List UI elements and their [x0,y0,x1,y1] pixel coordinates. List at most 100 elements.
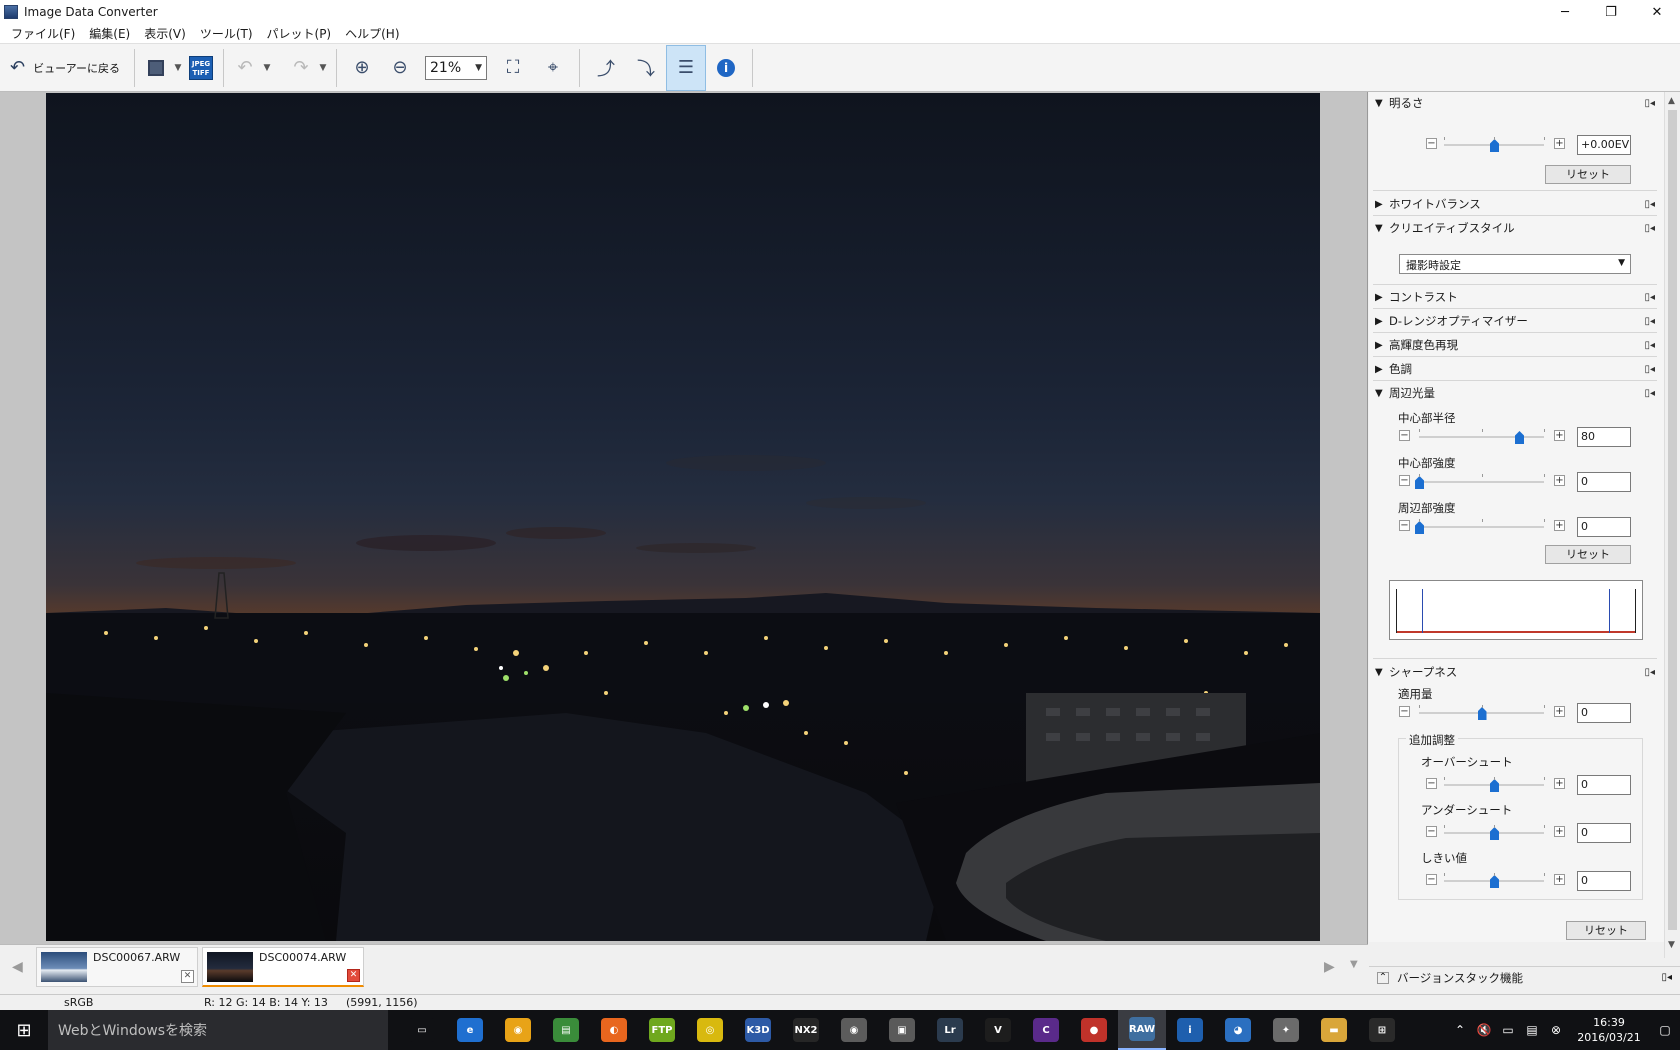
taskbar-app-app-blue[interactable]: ◕ [1214,1010,1262,1050]
taskbar-search-box[interactable]: WebとWindowsを検索 [48,1010,388,1050]
taskbar-app-chrome[interactable]: ◉ [494,1010,542,1050]
section-tone-header[interactable]: ▶ 色調 ▯◂ [1375,358,1655,380]
close-button[interactable]: ✕ [1634,0,1680,24]
center-radius-value-field[interactable]: 80 [1577,427,1631,447]
creative-style-select[interactable]: 撮影時設定 ▼ [1399,254,1631,274]
taskbar-app-k3d[interactable]: K3D [734,1010,782,1050]
action-center-icon[interactable]: ▢ [1650,1023,1680,1037]
center-radius-slider-thumb[interactable] [1515,431,1524,444]
center-radius-slider-track[interactable] [1419,436,1544,438]
night-cityscape-photo[interactable] [46,93,1320,941]
taskbar-app-store[interactable]: ⊞ [1358,1010,1406,1050]
menu-file[interactable]: ファイル(F) [4,25,82,42]
strip-prev-arrow-icon[interactable]: ◀ [12,959,23,975]
zoom-select[interactable]: 21% ▼ [425,55,487,80]
menu-tools[interactable]: ツール(T) [193,25,260,42]
increase-button[interactable]: + [1554,430,1565,441]
taskbar-app-raw-converter[interactable]: RAW [1118,1010,1166,1050]
actual-size-button[interactable]: ⌖ [533,48,573,88]
restore-button[interactable]: ❐ [1588,0,1634,24]
section-brightness-header[interactable]: ▼ 明るさ ▯◂ [1375,92,1655,114]
section-white-balance-header[interactable]: ▶ ホワイトバランス ▯◂ [1375,193,1655,215]
amount-slider-thumb[interactable] [1477,707,1487,720]
taskbar-app-lightroom[interactable]: Lr [926,1010,974,1050]
minimize-button[interactable]: ─ [1542,0,1588,24]
notification-icon[interactable]: ▤ [1520,1023,1544,1037]
center-intensity-slider-thumb[interactable] [1415,476,1424,489]
decrease-button[interactable]: − [1399,475,1410,486]
pin-icon[interactable]: ▯◂ [1661,972,1672,983]
pin-icon[interactable]: ▯◂ [1644,292,1655,303]
section-dro-header[interactable]: ▶ D-レンジオプティマイザー ▯◂ [1375,310,1655,332]
rotate-left-button[interactable]: ⤴ [586,48,626,88]
pin-icon[interactable]: ▯◂ [1644,98,1655,109]
close-circle-icon[interactable]: ⊗ [1544,1023,1568,1037]
redo-button[interactable]: ↷ [286,48,316,88]
rotate-right-button[interactable]: ⤵ [626,48,666,88]
taskbar-app-app-photo[interactable]: ▣ [878,1010,926,1050]
taskbar-app-app-red[interactable]: ● [1070,1010,1118,1050]
thumbnail-item[interactable]: DSC00067.ARW ✕ [36,947,198,987]
scrollbar-thumb[interactable] [1668,110,1677,930]
increase-button[interactable]: + [1554,475,1565,486]
network-icon[interactable]: ▭ [1496,1023,1520,1037]
overshoot-value-field[interactable]: 0 [1577,775,1631,795]
redo-dropdown[interactable]: ▼ [316,48,330,88]
panel-scrollbar[interactable]: ▲ ▼ [1664,92,1680,958]
pin-icon[interactable]: ▯◂ [1644,364,1655,375]
taskbar-app-capture[interactable]: C [1022,1010,1070,1050]
section-vignette-header[interactable]: ▼ 周辺光量 ▯◂ [1375,382,1655,404]
strip-next-arrow-icon[interactable]: ▶ [1324,959,1335,975]
center-intensity-value-field[interactable]: 0 [1577,472,1631,492]
taskbar-app-viewer[interactable]: ◉ [830,1010,878,1050]
zoom-out-button[interactable]: ⊖ [381,48,419,88]
taskbar-app-task-view[interactable]: ▭ [398,1010,446,1050]
brightness-slider-thumb[interactable] [1490,139,1499,152]
close-icon[interactable]: ✕ [347,969,360,982]
center-intensity-slider-track[interactable] [1419,481,1544,483]
adjustment-palette-button[interactable]: ☰ [666,44,706,91]
taskbar-app-app-v[interactable]: V [974,1010,1022,1050]
section-creative-style-header[interactable]: ▼ クリエイティブスタイル ▯◂ [1375,217,1655,239]
undershoot-value-field[interactable]: 0 [1577,823,1631,843]
collapse-chevron-icon[interactable]: ⌃ [1377,971,1389,984]
section-sharpness-header[interactable]: ▼ シャープネス ▯◂ [1375,661,1655,683]
increase-button[interactable]: + [1554,826,1565,837]
increase-button[interactable]: + [1554,778,1565,789]
pin-icon[interactable]: ▯◂ [1644,388,1655,399]
vignette-reset-button[interactable]: リセット [1545,545,1631,564]
save-button[interactable] [141,48,171,88]
decrease-button[interactable]: − [1426,874,1437,885]
thumbnail-item-selected[interactable]: DSC00074.ARW ✕ [202,947,364,987]
taskbar-app-firefox[interactable]: ◐ [590,1010,638,1050]
brightness-reset-button[interactable]: リセット [1545,165,1631,184]
section-highlight-header[interactable]: ▶ 高輝度色再現 ▯◂ [1375,334,1655,356]
scroll-down-icon[interactable]: ▼ [1668,940,1675,950]
taskbar-app-nx2[interactable]: NX2 [782,1010,830,1050]
sharpness-reset-button[interactable]: リセット [1566,921,1646,940]
taskbar-app-explorer[interactable]: ▬ [1310,1010,1358,1050]
back-to-viewer-button[interactable]: ↶ ビューアーに戻る [0,48,128,88]
strip-menu-chevron-icon[interactable]: ▼ [1350,959,1358,970]
decrease-button[interactable]: − [1426,138,1437,149]
taskbar-app-edge[interactable]: e [446,1010,494,1050]
taskbar-app-app-green[interactable]: ▤ [542,1010,590,1050]
pin-icon[interactable]: ▯◂ [1644,199,1655,210]
windows-start-button[interactable]: ⊞ [0,1010,48,1050]
taskbar-app-info[interactable]: i [1166,1010,1214,1050]
menu-palette[interactable]: パレット(P) [260,25,339,42]
pin-icon[interactable]: ▯◂ [1644,667,1655,678]
fit-to-window-button[interactable]: ⛶ [493,48,533,88]
increase-button[interactable]: + [1554,138,1565,149]
increase-button[interactable]: + [1554,706,1565,717]
increase-button[interactable]: + [1554,874,1565,885]
pin-icon[interactable]: ▯◂ [1644,223,1655,234]
info-button[interactable]: i [706,48,746,88]
peripheral-intensity-value-field[interactable]: 0 [1577,517,1631,537]
peripheral-intensity-slider-track[interactable] [1419,526,1544,528]
decrease-button[interactable]: − [1399,430,1410,441]
decrease-button[interactable]: − [1399,706,1410,717]
menu-edit[interactable]: 編集(E) [82,25,137,42]
version-stack-bar[interactable]: ⌃ バージョンスタック機能 ▯◂ [1369,966,1680,988]
save-dropdown[interactable]: ▼ [171,48,185,88]
